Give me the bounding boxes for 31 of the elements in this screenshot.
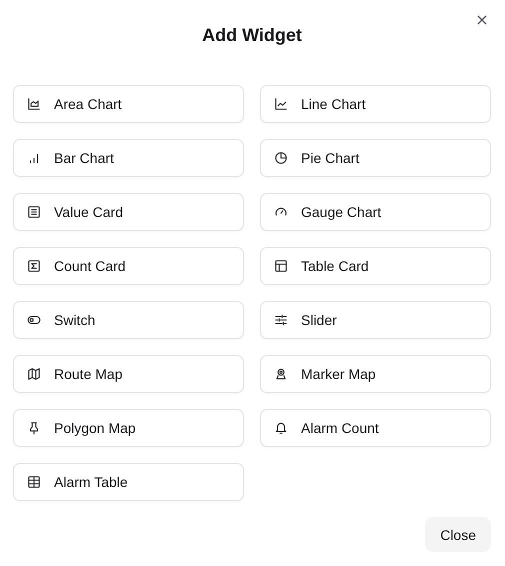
grid-table-icon xyxy=(27,475,41,489)
bell-icon xyxy=(274,421,288,435)
dialog-title: Add Widget xyxy=(202,25,302,47)
pushpin-icon xyxy=(27,421,41,435)
bar-chart-icon xyxy=(27,151,41,165)
widget-option[interactable]: Alarm Table xyxy=(13,463,244,501)
map-pin-user-icon xyxy=(274,367,288,381)
widget-option[interactable]: Bar Chart xyxy=(13,139,244,177)
widget-option[interactable]: Polygon Map xyxy=(13,409,244,447)
sigma-card-icon xyxy=(27,259,41,273)
area-chart-icon xyxy=(27,97,41,111)
table-icon xyxy=(274,259,288,273)
widget-option[interactable]: Route Map xyxy=(13,355,244,393)
widget-option[interactable]: Alarm Count xyxy=(260,409,491,447)
map-icon xyxy=(27,367,41,381)
list-card-icon xyxy=(27,205,41,219)
toggle-icon xyxy=(27,313,41,327)
widget-option[interactable]: Table Card xyxy=(260,247,491,285)
close-button[interactable]: Close xyxy=(425,517,491,552)
widget-option[interactable]: Gauge Chart xyxy=(260,193,491,231)
pie-chart-icon xyxy=(274,151,288,165)
widget-option[interactable]: Marker Map xyxy=(260,355,491,393)
widget-option[interactable]: Switch xyxy=(13,301,244,339)
widget-option[interactable]: Value Card xyxy=(13,193,244,231)
line-chart-icon xyxy=(274,97,288,111)
widget-option[interactable]: Pie Chart xyxy=(260,139,491,177)
widget-option[interactable]: Count Card xyxy=(13,247,244,285)
widget-option[interactable]: Area Chart xyxy=(13,85,244,123)
sliders-icon xyxy=(274,313,288,327)
widget-option[interactable]: Slider xyxy=(260,301,491,339)
widget-option[interactable]: Line Chart xyxy=(260,85,491,123)
